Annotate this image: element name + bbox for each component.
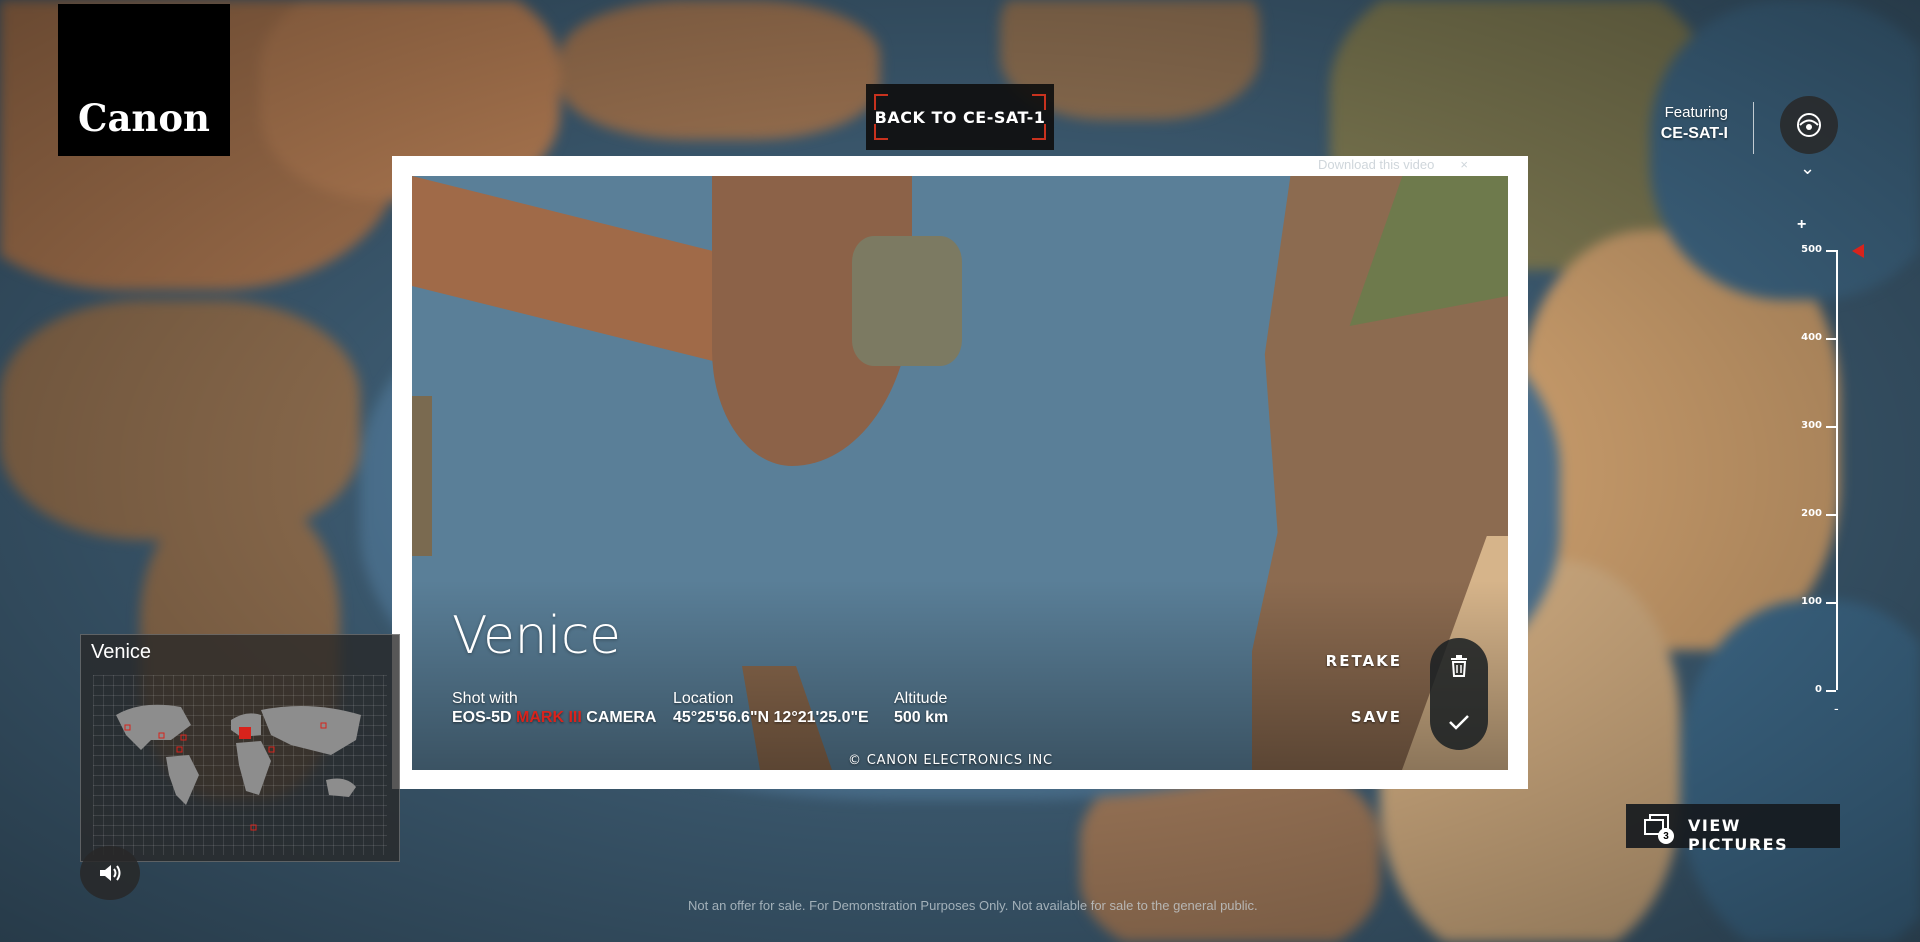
zoom-plus[interactable]: + <box>1797 216 1806 234</box>
satellite-photo <box>412 176 1508 770</box>
camera-prefix: EOS-5D <box>452 709 512 726</box>
satellite-button[interactable] <box>1780 96 1838 154</box>
featuring-label: Featuring <box>1664 104 1728 121</box>
scale-label: 200 <box>1801 508 1822 519</box>
download-link-text[interactable]: Download this video <box>1318 157 1434 172</box>
logo-text: Canon <box>78 96 210 140</box>
disclaimer-text: Not an offer for sale. For Demonstration… <box>688 898 1258 913</box>
altitude-marker[interactable] <box>1852 244 1864 258</box>
bracket-corner <box>1032 94 1046 110</box>
back-button-label: BACK TO CE-SAT-1 <box>874 107 1046 127</box>
featuring-block: Featuring CE-SAT-I <box>1661 104 1728 143</box>
copyright-text: © CANON ELECTRONICS INC <box>848 753 1053 768</box>
scale-label: 500 <box>1801 244 1822 255</box>
scale-tick <box>1826 426 1836 428</box>
camera-value: EOS-5D MARK III CAMERA <box>452 709 656 727</box>
retake-label[interactable]: RETAKE <box>1326 652 1402 670</box>
scale-tick <box>1826 602 1836 604</box>
back-to-sat-button[interactable]: BACK TO CE-SAT-1 <box>866 84 1054 150</box>
view-pictures-label: VIEW PICTURES <box>1688 816 1789 854</box>
save-label[interactable]: SAVE <box>1351 708 1402 726</box>
view-pictures-button[interactable]: 3 VIEW PICTURES <box>1626 804 1840 854</box>
featuring-divider <box>1753 102 1754 154</box>
altitude-label: Altitude <box>894 690 948 707</box>
scale-tick <box>1826 338 1836 340</box>
location-label: Location <box>673 690 734 707</box>
photo-title: Venice <box>452 606 621 666</box>
world-map-icon <box>116 704 361 831</box>
scale-label: 300 <box>1801 420 1822 431</box>
location-value: 45°25'56.6"N 12°21'25.0"E <box>673 709 869 726</box>
scale-label: 100 <box>1801 596 1822 607</box>
bracket-corner <box>874 94 888 110</box>
trash-icon <box>1451 655 1467 677</box>
mini-map[interactable]: Venice <box>80 634 400 862</box>
zoom-minus[interactable]: - <box>1834 700 1839 716</box>
featuring-value: CE-SAT-I <box>1660 125 1728 142</box>
photo-land <box>412 396 432 556</box>
pictures-count-badge: 3 <box>1658 828 1674 844</box>
canon-logo[interactable]: Canon <box>58 4 230 156</box>
satellite-icon <box>1797 113 1821 137</box>
scale-tick <box>1826 690 1836 692</box>
shot-with-label: Shot with <box>452 690 518 707</box>
scale-tick <box>1826 514 1836 516</box>
altitude-value: 500 km <box>894 709 949 726</box>
scale-label: 400 <box>1801 332 1822 343</box>
check-icon <box>1449 715 1469 730</box>
scale-label: 0 <box>1815 684 1822 695</box>
photo-land <box>852 236 962 366</box>
sound-button[interactable] <box>80 846 140 900</box>
camera-highlight: MARK III <box>516 709 582 726</box>
download-link[interactable]: Download this video × <box>1318 157 1468 172</box>
retake-button[interactable] <box>1435 642 1483 690</box>
scale-tick <box>1826 250 1836 252</box>
altitude-scale-line <box>1836 250 1838 690</box>
chevron-down-icon[interactable]: ⌄ <box>1800 158 1815 179</box>
sound-icon <box>100 865 121 881</box>
bracket-corner <box>1032 124 1046 140</box>
minimap-label: Venice <box>91 641 152 663</box>
photo-land <box>412 176 742 369</box>
close-icon[interactable]: × <box>1460 157 1468 172</box>
save-button[interactable] <box>1435 698 1483 746</box>
bracket-corner <box>874 124 888 140</box>
camera-suffix: CAMERA <box>586 709 657 726</box>
